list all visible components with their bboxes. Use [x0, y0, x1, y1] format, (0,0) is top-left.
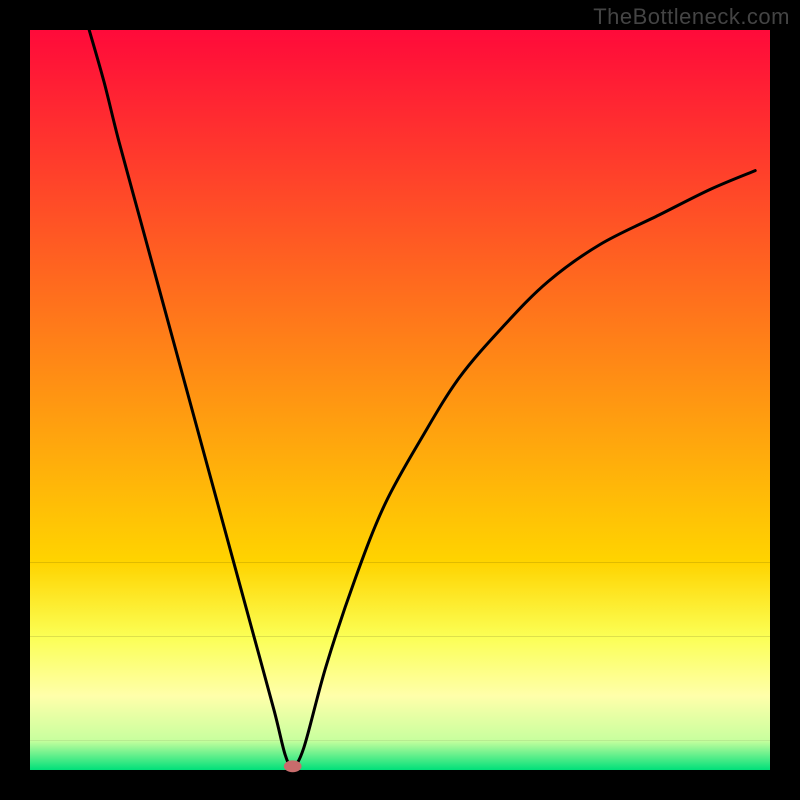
gradient-band	[30, 30, 770, 563]
minimum-marker	[284, 760, 302, 772]
gradient-band	[30, 637, 770, 696]
watermark-text: TheBottleneck.com	[593, 4, 790, 30]
gradient-band	[30, 696, 770, 740]
chart-container: { "watermark": "TheBottleneck.com", "col…	[0, 0, 800, 800]
bottleneck-chart	[0, 0, 800, 800]
plot-area	[30, 30, 770, 772]
gradient-band	[30, 563, 770, 637]
gradient-band	[30, 740, 770, 770]
